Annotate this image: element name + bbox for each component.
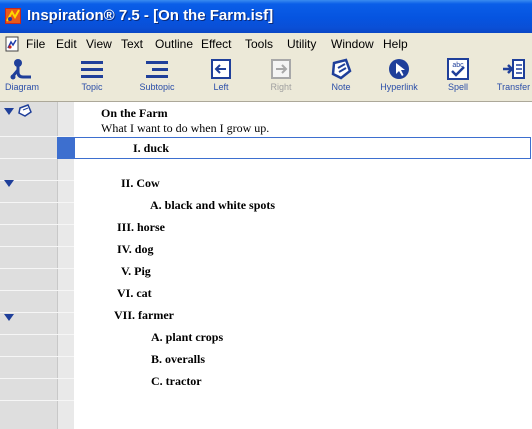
topic-row[interactable]: I. duck <box>133 141 169 156</box>
hyperlink-button[interactable]: Hyperlink <box>375 57 423 99</box>
menu-utility[interactable]: Utility <box>287 37 316 51</box>
diagram-icon <box>10 59 31 80</box>
subtopic-row[interactable]: A. plant crops <box>151 330 223 345</box>
subtopic-row[interactable]: B. overalls <box>151 352 205 367</box>
topic-row[interactable]: IV. dog <box>117 242 153 257</box>
spell-button-label: Spell <box>447 82 468 92</box>
left-arrow-icon <box>211 59 231 79</box>
menu-effect[interactable]: Effect <box>201 37 231 51</box>
level-gutter[interactable] <box>0 102 57 429</box>
menu-outline[interactable]: Outline <box>155 37 193 51</box>
note-button-label: Note <box>331 82 351 92</box>
subtopic-button[interactable]: Subtopic <box>134 57 180 99</box>
note-icon[interactable] <box>18 104 32 117</box>
topic-row[interactable]: VI. cat <box>117 286 152 301</box>
gutter-separator <box>0 334 74 335</box>
subtopic-icon <box>146 61 168 78</box>
collapse-triangle-icon[interactable] <box>4 314 14 321</box>
gutter-separator <box>0 290 74 291</box>
right-button[interactable]: Right <box>263 57 299 99</box>
gutter-separator <box>0 356 74 357</box>
collapse-triangle-icon[interactable] <box>4 180 14 187</box>
topic-icon <box>81 61 103 78</box>
menu-file[interactable]: File <box>26 37 45 51</box>
toolbar: Diagram Topic Subtopic Left Right Note H… <box>0 55 532 102</box>
window-title: Inspiration® 7.5 - [On the Farm.isf] <box>27 7 274 24</box>
left-button[interactable]: Left <box>204 57 238 99</box>
collapse-triangle-icon[interactable] <box>4 108 14 115</box>
diagram-button[interactable]: Diagram <box>0 57 44 99</box>
gutter-separator <box>0 312 74 313</box>
selected-row-marker <box>57 137 74 159</box>
menu-view[interactable]: View <box>86 37 112 51</box>
app-icon <box>5 8 21 24</box>
left-button-label: Left <box>213 82 229 92</box>
diagram-button-label: Diagram <box>4 82 39 92</box>
title-bar[interactable]: Inspiration® 7.5 - [On the Farm.isf] <box>0 0 532 33</box>
menu-edit[interactable]: Edit <box>56 37 77 51</box>
transfer-button-label: Transfer <box>496 82 531 92</box>
hyperlink-icon <box>389 59 409 79</box>
gutter-separator <box>0 378 74 379</box>
menu-text[interactable]: Text <box>121 37 143 51</box>
transfer-button[interactable]: Transfer <box>495 57 532 99</box>
transfer-icon <box>502 59 525 79</box>
gutter-separator <box>0 268 74 269</box>
menu-bar: File Edit View Text Outline Effect Tools… <box>0 33 532 55</box>
topic-row[interactable]: III. horse <box>117 220 165 235</box>
main-idea-note[interactable]: What I want to do when I grow up. <box>101 121 269 136</box>
spell-button[interactable]: abc Spell <box>441 57 475 99</box>
hyperlink-button-label: Hyperlink <box>380 82 418 92</box>
gutter-separator <box>0 202 74 203</box>
outline-view[interactable]: On the Farm What I want to do when I gro… <box>0 102 532 429</box>
document-icon[interactable] <box>4 36 20 52</box>
note-icon <box>331 58 352 80</box>
gutter-separator <box>0 224 74 225</box>
menu-window[interactable]: Window <box>331 37 374 51</box>
topic-row[interactable]: II. Cow <box>121 176 160 191</box>
note-button[interactable]: Note <box>323 57 359 99</box>
subtopic-button-label: Subtopic <box>139 82 175 92</box>
right-arrow-icon <box>271 59 291 79</box>
menu-tools[interactable]: Tools <box>245 37 273 51</box>
topic-button[interactable]: Topic <box>74 57 110 99</box>
topic-row[interactable]: VII. farmer <box>114 308 174 323</box>
gutter-separator <box>0 246 74 247</box>
spell-icon: abc <box>447 58 469 80</box>
topic-row[interactable]: V. Pig <box>121 264 151 279</box>
topic-button-label: Topic <box>81 82 103 92</box>
subtopic-row[interactable]: A. black and white spots <box>150 198 275 213</box>
subtopic-row[interactable]: C. tractor <box>151 374 202 389</box>
main-idea-topic[interactable]: On the Farm <box>101 106 168 121</box>
menu-help[interactable]: Help <box>383 37 408 51</box>
gutter-separator <box>0 400 74 401</box>
right-button-label: Right <box>270 82 292 92</box>
